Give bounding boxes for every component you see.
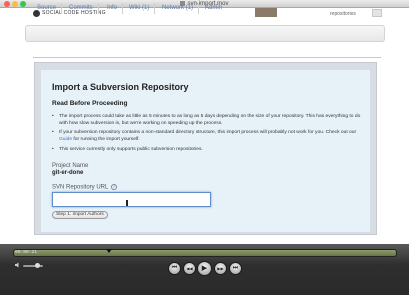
bullet-text: If your subversion repository contains a… [52,130,370,143]
timecode: 00:00:21 [15,250,38,255]
volume-knob[interactable] [34,263,40,268]
play-icon: ▶ [201,265,208,272]
guide-link[interactable]: Guide [59,137,72,142]
rewind-icon: ◀◀ [186,266,193,271]
text-cursor-icon [126,200,128,206]
bullet-dot: • [52,147,54,152]
fast-forward-button[interactable]: ▶▶ [214,262,227,275]
volume-icon[interactable] [15,262,21,268]
tab-info[interactable]: Info [102,3,124,14]
project-name-value: git-er-done [52,170,84,176]
page-title: Import a Subversion Repository [52,82,189,92]
project-name-label: Project Name [52,163,89,169]
avatar[interactable] [255,8,277,17]
tab-wiki[interactable]: Wiki (1) [124,3,156,14]
tab-admin[interactable]: Admin [200,3,227,14]
repositories-count-badge [372,9,382,17]
bullet-dot: • [52,130,54,135]
rewind-button[interactable]: ◀◀ [183,262,196,275]
section-heading: Read Before Proceeding [52,100,128,107]
svn-url-label-text: SVN Repository URL [52,184,109,191]
svn-url-input[interactable] [52,192,211,207]
import-authors-button[interactable]: Step 1: Import Authors [52,211,108,219]
list-item: • The import process could take as littl… [52,114,370,127]
fast-forward-icon: ▶▶ [217,266,224,271]
divider [33,57,381,58]
list-item: • This service currently only supports p… [52,147,370,154]
volume-slider[interactable] [23,265,43,267]
bullet-dot: • [52,114,54,119]
repository-tab-bar [25,25,385,42]
bullet-text: The import process could take as little … [59,114,361,126]
skip-back-icon: ⏮ [171,265,178,271]
skip-end-button[interactable]: ⏭ [229,262,242,275]
skip-forward-icon: ⏭ [232,265,239,271]
svn-url-label: SVN Repository URL ? [52,184,117,192]
bullet-text-end: for running the import yourself. [72,136,140,142]
rewind-end-button[interactable]: ⏮ [168,262,181,275]
bullet-text-start: If your subversion repository contains a… [59,130,357,135]
playhead[interactable] [106,249,112,253]
bullet-text: This service currently only supports pub… [59,147,203,152]
scrub-bar[interactable] [13,249,397,257]
repositories-link[interactable]: repositories [330,11,356,17]
tab-source[interactable]: Source [32,3,63,14]
tab-commits[interactable]: Commits [64,3,99,14]
list-item: • If your subversion repository contains… [52,130,370,143]
play-button[interactable]: ▶ [197,261,212,276]
help-icon[interactable]: ? [110,184,117,190]
tab-network[interactable]: Network (1) [157,3,200,14]
